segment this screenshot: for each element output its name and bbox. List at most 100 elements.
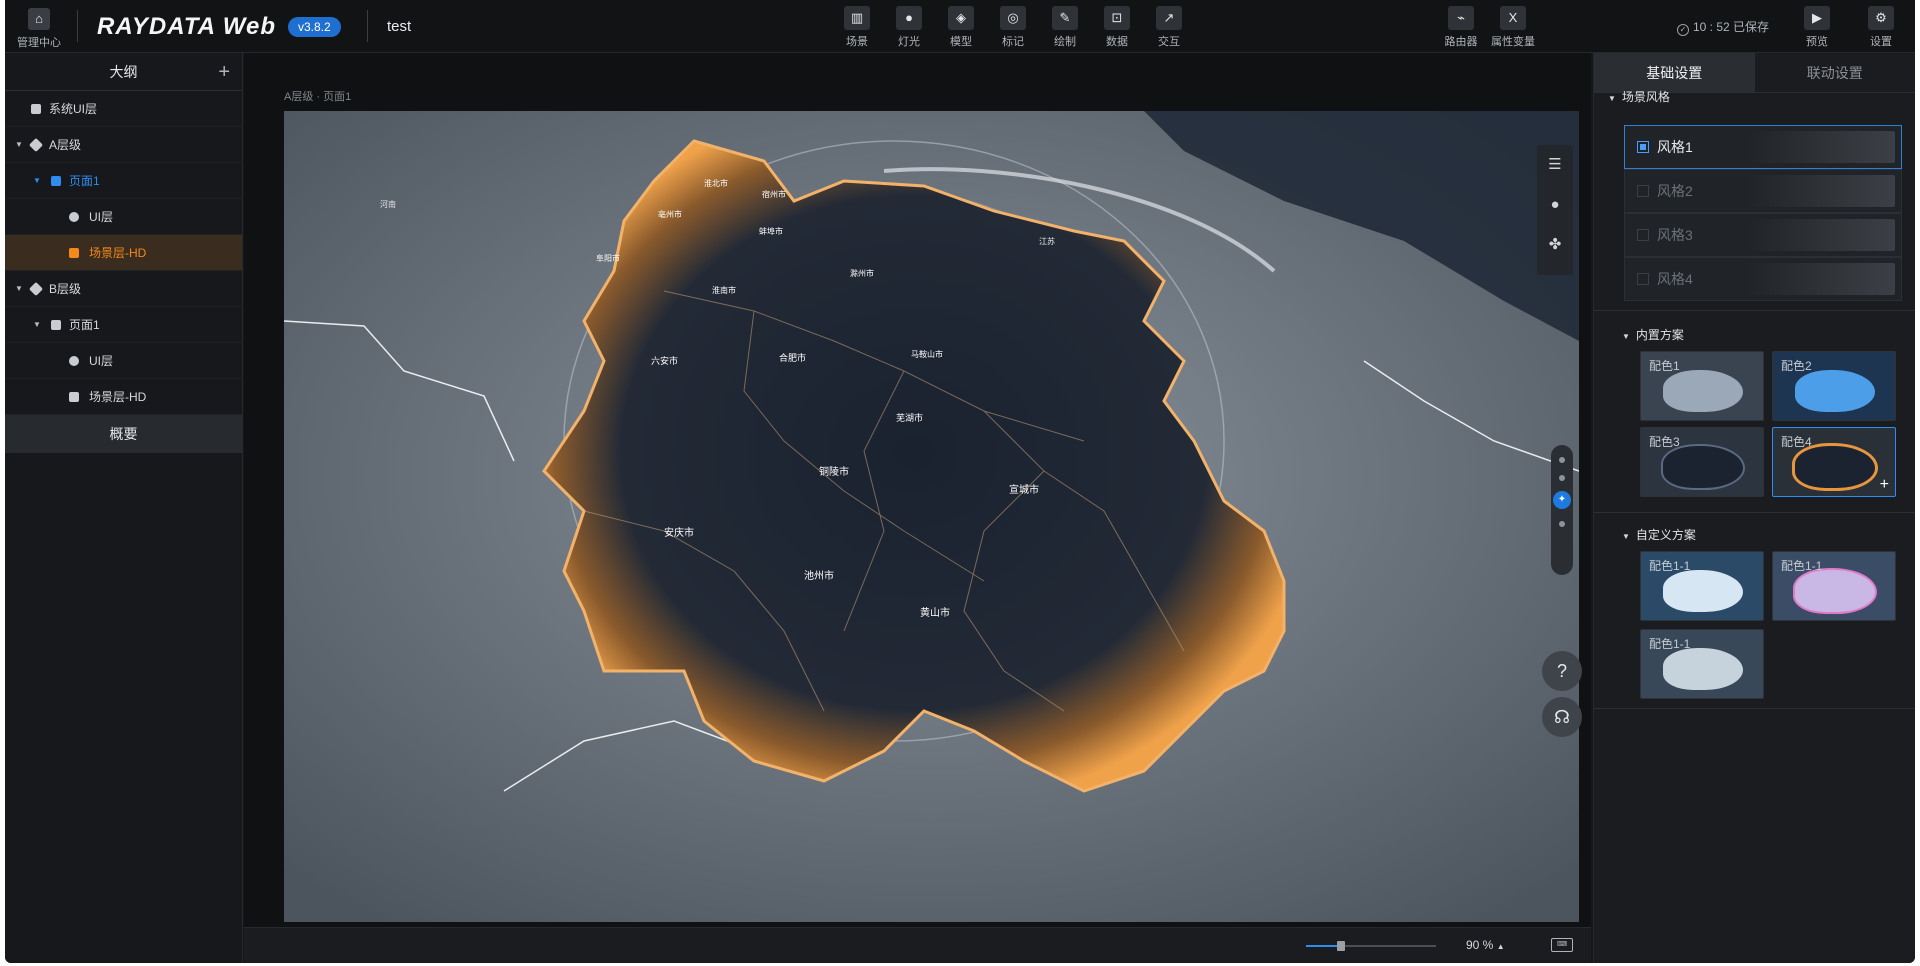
tool-light[interactable]: ● 灯光 (883, 6, 935, 49)
style-option-2[interactable]: 风格2 (1624, 169, 1902, 213)
custom-scheme-2[interactable]: 配色1-1 (1772, 551, 1896, 621)
scheme-label: 配色1-1 (1649, 637, 1691, 651)
tree-item-ui-layer-a[interactable]: UI层 (5, 199, 242, 235)
chevron-down-icon[interactable]: ▼ (33, 307, 41, 343)
layers-icon (28, 137, 44, 153)
tree-item-page1-a[interactable]: ▼ 页面1 (5, 163, 242, 199)
zoom-slider[interactable] (1306, 941, 1436, 951)
tool-scene[interactable]: ▥ 场景 (831, 6, 883, 49)
zoom-value[interactable]: 90 % ▲ (1466, 938, 1505, 952)
divider (77, 10, 78, 42)
overview-tab[interactable]: 概要 (5, 415, 242, 453)
tool-model[interactable]: ◈ 模型 (935, 6, 987, 49)
support-button[interactable]: ☊ (1542, 697, 1582, 737)
scheme-label: 配色3 (1649, 435, 1680, 449)
nav-dot[interactable] (1559, 521, 1565, 527)
style-option-3[interactable]: 风格3 (1624, 213, 1902, 257)
inspector-panel: 基础设置 联动设置 ▼ 场景风格 风格1 风格2 风格3 风格4 ▼ 内置方案 配色 (1593, 53, 1915, 963)
section-custom-scheme[interactable]: ▼ 自定义方案 (1622, 526, 1696, 543)
fan-icon[interactable]: ✤ (1537, 225, 1573, 265)
chevron-down-icon: ▼ (1608, 94, 1616, 103)
tree-item-level-b[interactable]: ▼ B层级 (5, 271, 242, 307)
tree-item-scene-layer-b[interactable]: 场景层-HD (5, 379, 242, 415)
routing-tools: ⌁ 路由器 X 属性变量 (1435, 6, 1539, 49)
section-scene-style[interactable]: ▼ 场景风格 (1608, 88, 1670, 105)
tab-linkage-settings[interactable]: 联动设置 (1755, 53, 1916, 92)
scene-canvas[interactable]: 淮北市 宿州市 亳州市 阜阳市 蚌埠市 淮南市 滁州市 六安市 合肥市 马鞍山市… (284, 111, 1579, 922)
scheme-preview (1795, 570, 1875, 612)
scene-icon: ▥ (844, 6, 870, 30)
tab-basic-settings[interactable]: 基础设置 (1594, 53, 1755, 92)
radio-box[interactable] (1637, 185, 1649, 197)
radio-box[interactable] (1637, 141, 1649, 153)
variable-button[interactable]: X 属性变量 (1487, 6, 1539, 49)
project-name[interactable]: test (387, 18, 411, 35)
tree-item-page1-b[interactable]: ▼ 页面1 (5, 307, 242, 343)
scheme-label: 配色1 (1649, 359, 1680, 373)
divider (1594, 310, 1915, 311)
keyboard-icon[interactable]: ⌨ (1551, 938, 1573, 952)
map-render (284, 111, 1579, 922)
preview-button[interactable]: ▶ 预览 (1791, 6, 1843, 49)
home-icon: ⌂ (28, 8, 50, 30)
settings-button[interactable]: ⚙ 设置 (1855, 6, 1907, 49)
chevron-down-icon[interactable]: ▼ (33, 163, 41, 199)
zoom-slider-handle[interactable] (1337, 941, 1346, 951)
style-option-1[interactable]: 风格1 (1624, 125, 1902, 169)
tree-item-level-a[interactable]: ▼ A层级 (5, 127, 242, 163)
city-label: 淮北市 (704, 179, 728, 188)
home-button[interactable]: ⌂ 管理中心 (15, 8, 63, 50)
tree-item-scene-layer-a[interactable]: 场景层-HD (5, 235, 242, 271)
tool-marker[interactable]: ◎ 标记 (987, 6, 1039, 49)
tree-item-label: 场景层-HD (89, 390, 147, 404)
sliders-icon[interactable]: ☰ (1537, 145, 1573, 185)
outline-panel: 大纲 + 系统UI层 ▼ A层级 ▼ 页面1 UI层 场景层-HD ▼ B层级 … (5, 53, 243, 963)
chevron-down-icon[interactable]: ▼ (15, 271, 23, 307)
page-icon (51, 176, 61, 186)
chevron-down-icon[interactable]: ▼ (15, 127, 23, 163)
outline-header: 大纲 + (5, 53, 242, 91)
outline-title: 大纲 (109, 64, 138, 80)
add-icon[interactable]: + (218, 53, 230, 91)
scene-nav-dots: ✦ (1551, 445, 1573, 575)
app-logo: RAYDATA Web (97, 13, 276, 40)
color-scheme-1[interactable]: 配色1 (1640, 351, 1764, 421)
divider (1594, 708, 1915, 709)
tree-item-system-ui[interactable]: 系统UI层 (5, 91, 242, 127)
tool-interact[interactable]: ↗ 交互 (1143, 6, 1195, 49)
tool-label: 灯光 (898, 36, 920, 48)
scheme-label: 配色1-1 (1649, 559, 1691, 573)
router-button[interactable]: ⌁ 路由器 (1435, 6, 1487, 49)
breadcrumb: A层级 · 页面1 (284, 91, 352, 103)
tree-item-label: 系统UI层 (49, 102, 98, 116)
user-icon[interactable]: ● (1537, 185, 1573, 225)
variable-icon: X (1500, 6, 1526, 30)
section-builtin-scheme[interactable]: ▼ 内置方案 (1622, 326, 1684, 343)
radio-box[interactable] (1637, 273, 1649, 285)
cube-icon (69, 356, 79, 366)
city-label: 六安市 (651, 356, 679, 366)
custom-scheme-3[interactable]: 配色1-1 (1640, 629, 1764, 699)
tree-item-ui-layer-b[interactable]: UI层 (5, 343, 242, 379)
tool-data[interactable]: ⊡ 数据 (1091, 6, 1143, 49)
style-option-4[interactable]: 风格4 (1624, 257, 1902, 301)
tree-item-label: A层级 (49, 138, 82, 152)
tool-draw[interactable]: ✎ 绘制 (1039, 6, 1091, 49)
color-scheme-2[interactable]: 配色2 (1772, 351, 1896, 421)
tree-item-label: 页面1 (69, 318, 100, 332)
editor-viewport: A层级 · 页面1 淮北市 宿州市 亳州市 阜阳市 蚌埠市 淮南市 滁州市 六安… (244, 53, 1591, 927)
scene-layer-icon (69, 248, 79, 258)
color-scheme-4[interactable]: 配色4 + (1772, 427, 1896, 497)
custom-scheme-1[interactable]: 配色1-1 (1640, 551, 1764, 621)
nav-dot[interactable] (1559, 475, 1565, 481)
chevron-down-icon: ▼ (1622, 332, 1630, 341)
nav-dot[interactable] (1559, 457, 1565, 463)
radio-box[interactable] (1637, 229, 1649, 241)
scheme-label: 配色1-1 (1781, 559, 1823, 573)
compass-icon[interactable]: ✦ (1553, 491, 1571, 509)
city-label: 蚌埠市 (759, 227, 783, 236)
help-button[interactable]: ? (1542, 651, 1582, 691)
city-label: 安庆市 (664, 528, 694, 539)
color-scheme-3[interactable]: 配色3 (1640, 427, 1764, 497)
add-icon[interactable]: + (1880, 476, 1889, 494)
